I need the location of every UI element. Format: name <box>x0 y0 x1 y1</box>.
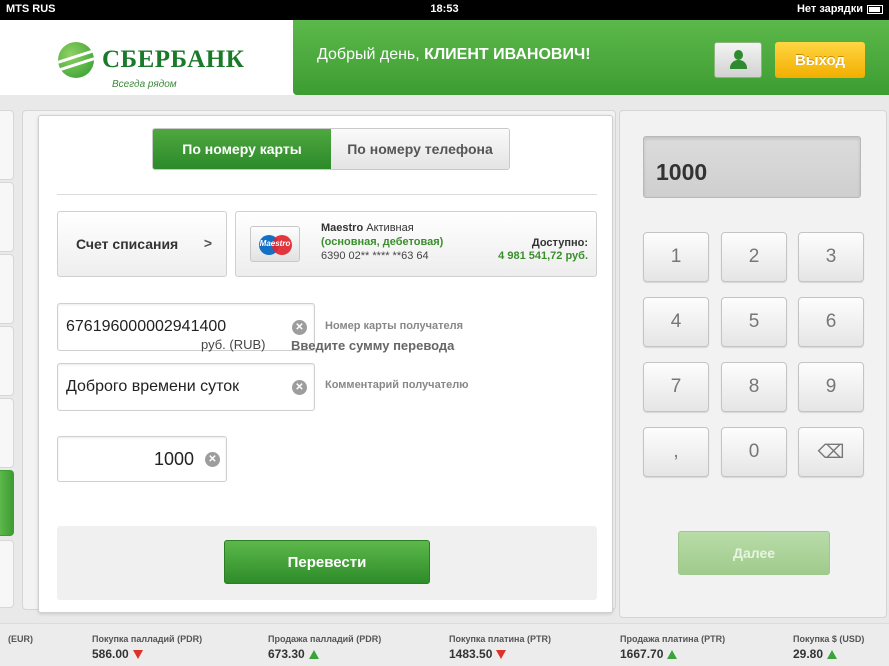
header-bar: Добрый день, КЛИЕНТ ИВАНОВИЧ! Выход <box>293 20 889 95</box>
action-bar: Перевести <box>57 526 597 600</box>
user-icon <box>729 50 747 70</box>
comment-input[interactable]: Доброго времени суток ✕ <box>57 363 315 411</box>
arrow-up-icon <box>827 649 838 659</box>
greeting-prefix: Добрый день, <box>317 46 420 63</box>
maestro-logo-icon: Maestro <box>250 226 300 262</box>
key-1[interactable]: 1 <box>643 232 709 282</box>
keypad-display: 1000 <box>643 136 861 198</box>
tab-by-card[interactable]: По номеру карты <box>153 129 331 169</box>
side-edge-tab[interactable] <box>0 540 14 608</box>
logo-mark-icon <box>58 42 94 78</box>
comment-hint: Комментарий получателю <box>325 379 469 391</box>
ticker-label: Покупка платина (PTR) <box>449 634 551 644</box>
arrow-down-icon <box>496 649 507 659</box>
key-5[interactable]: 5 <box>721 297 787 347</box>
key-comma[interactable]: , <box>643 427 709 477</box>
transfer-button[interactable]: Перевести <box>224 540 430 584</box>
tab-by-phone[interactable]: По номеру телефона <box>331 129 509 169</box>
logo-subtitle: Всегда рядом <box>112 79 177 90</box>
key-3[interactable]: 3 <box>798 232 864 282</box>
key-7[interactable]: 7 <box>643 362 709 412</box>
key-6[interactable]: 6 <box>798 297 864 347</box>
debit-account-button[interactable]: Счет списания > <box>57 211 227 277</box>
greeting-name: КЛИЕНТ ИВАНОВИЧ! <box>424 46 591 63</box>
clear-icon[interactable]: ✕ <box>292 320 307 335</box>
next-button[interactable]: Далее <box>678 531 830 575</box>
recipient-card-value: 676196000002941400 <box>66 318 227 335</box>
chevron-right-icon: > <box>203 235 212 251</box>
side-edge-tab-active[interactable] <box>0 470 14 536</box>
ticker-label: Покупка палладий (PDR) <box>92 634 203 644</box>
available-label: Доступно: <box>531 237 588 249</box>
ticker-label: (EUR) <box>8 634 33 644</box>
currency-label: руб. (RUB) <box>201 337 266 352</box>
ticker-label: Продажа палладий (PDR) <box>268 634 382 644</box>
sberbank-logo: СБЕРБАНК <box>58 42 244 78</box>
side-edge-tab[interactable] <box>0 182 14 252</box>
battery-icon <box>867 4 883 14</box>
arrow-down-icon <box>132 649 143 659</box>
logo-title: СБЕРБАНК <box>102 46 245 73</box>
divider <box>57 194 597 195</box>
ticker-value: 1667.70 <box>620 647 664 661</box>
card-type: (основная, дебетовая) <box>321 236 444 248</box>
ticker-item: (EUR) <box>8 634 33 644</box>
selected-card[interactable]: Maestro Maestro Активная (основная, дебе… <box>235 211 597 277</box>
available-balance: 4 981 541,72 руб. <box>498 250 588 262</box>
arrow-up-icon <box>308 649 319 659</box>
side-edge-tab[interactable] <box>0 398 14 468</box>
greeting: Добрый день, КЛИЕНТ ИВАНОВИЧ! <box>317 46 591 64</box>
exit-button[interactable]: Выход <box>775 42 865 78</box>
header-logo-area: СБЕРБАНК Всегда рядом <box>0 20 295 95</box>
backspace-icon[interactable]: ⌫ <box>798 427 864 477</box>
key-9[interactable]: 9 <box>798 362 864 412</box>
ticker-item: Покупка $ (USD) 29.80 <box>793 634 864 661</box>
status-bar: MTS RUS 18:53 Нет зарядки <box>0 0 889 20</box>
amount-hint: Введите сумму перевода <box>291 338 455 353</box>
ticker-value: 29.80 <box>793 647 824 661</box>
maestro-logo-text: Maestro <box>259 239 291 248</box>
debit-account-label: Счет списания <box>76 236 179 252</box>
battery-status: Нет зарядки <box>797 3 883 15</box>
amount-input[interactable]: 1000 ✕ <box>57 436 227 482</box>
clear-icon[interactable]: ✕ <box>205 452 220 467</box>
recipient-card-input[interactable]: 676196000002941400 ✕ <box>57 303 315 351</box>
transfer-form: По номеру карты По номеру телефона Счет … <box>38 115 613 613</box>
ticker-item: Покупка палладий (PDR) 586.00 <box>92 634 202 661</box>
ticker-item: Покупка платина (PTR) 1483.50 <box>449 634 551 661</box>
amount-value: 1000 <box>153 449 194 469</box>
rates-ticker: (EUR) Покупка палладий (PDR) 586.00 Прод… <box>0 623 889 666</box>
card-brand: Maestro <box>321 222 364 234</box>
ticker-value: 673.30 <box>268 647 305 661</box>
ticker-item: Продажа платина (PTR) 1667.70 <box>620 634 725 661</box>
key-0[interactable]: 0 <box>721 427 787 477</box>
key-8[interactable]: 8 <box>721 362 787 412</box>
key-4[interactable]: 4 <box>643 297 709 347</box>
arrow-up-icon <box>667 649 678 659</box>
side-edge-tab[interactable] <box>0 326 14 396</box>
battery-text: Нет зарядки <box>796 3 863 15</box>
key-2[interactable]: 2 <box>721 232 787 282</box>
ticker-item: Продажа палладий (PDR) 673.30 <box>268 634 381 661</box>
comment-value: Доброго времени суток <box>66 378 240 395</box>
ticker-label: Покупка $ (USD) <box>793 634 865 644</box>
card-number: 6390 02** **** **63 64 <box>321 250 429 262</box>
card-title: Maestro Активная <box>321 222 414 234</box>
keypad-display-value: 1000 <box>656 159 708 185</box>
card-status: Активная <box>366 222 414 234</box>
clear-icon[interactable]: ✕ <box>292 380 307 395</box>
profile-button[interactable] <box>714 42 762 78</box>
transfer-type-tabs: По номеру карты По номеру телефона <box>152 128 510 170</box>
ticker-value: 1483.50 <box>449 647 493 661</box>
ticker-label: Продажа платина (PTR) <box>620 634 726 644</box>
side-edge-tab[interactable] <box>0 110 14 180</box>
side-edge-tab[interactable] <box>0 254 14 324</box>
recipient-card-hint: Номер карты получателя <box>325 320 464 332</box>
keypad-panel: 1000 1 2 3 4 5 6 7 8 9 , 0 ⌫ Далее <box>619 110 887 618</box>
clock: 18:53 <box>430 3 459 15</box>
ticker-value: 586.00 <box>92 647 129 661</box>
